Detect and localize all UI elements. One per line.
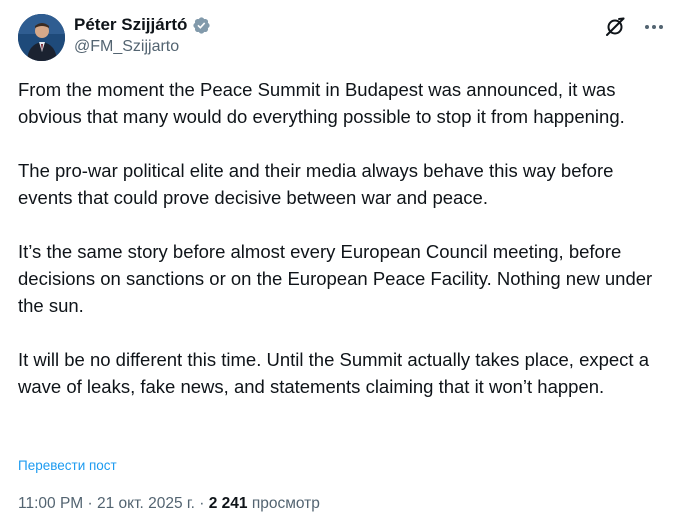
tweet-paragraph: It’s the same story before almost every … <box>18 241 653 316</box>
views-label: просмотр <box>251 495 320 512</box>
more-options-icon[interactable] <box>642 16 666 38</box>
translate-post-link[interactable]: Перевести пост <box>18 458 117 473</box>
tweet-paragraph: The pro-war political elite and their me… <box>18 160 614 208</box>
author-display-name[interactable]: Péter Szijjártó <box>74 15 187 35</box>
tweet-paragraph: It will be no different this time. Until… <box>18 349 650 397</box>
tweet-meta: 11:00 PM · 21 окт. 2025 г. · 2 241 просм… <box>18 495 320 513</box>
more-dot <box>659 25 663 29</box>
grok-icon[interactable] <box>604 16 626 38</box>
meta-separator: · <box>194 495 209 512</box>
tweet-time[interactable]: 11:00 PM <box>18 495 83 512</box>
more-dot <box>645 25 649 29</box>
tweet-text: From the moment the Peace Summit in Buda… <box>18 76 673 400</box>
tweet-card: Péter Szijjártó @FM_Szijjarto From the m… <box>0 0 686 523</box>
views-count: 2 241 <box>208 495 248 512</box>
author-name-row[interactable]: Péter Szijjártó <box>74 14 211 36</box>
meta-separator: · <box>83 495 97 512</box>
author-handle[interactable]: @FM_Szijjarto <box>74 38 179 56</box>
tweet-date[interactable]: 21 окт. 2025 г. <box>97 495 195 512</box>
more-dot <box>652 25 656 29</box>
verified-badge-icon <box>192 16 211 35</box>
tweet-paragraph: From the moment the Peace Summit in Buda… <box>18 79 625 127</box>
avatar[interactable] <box>18 14 65 61</box>
